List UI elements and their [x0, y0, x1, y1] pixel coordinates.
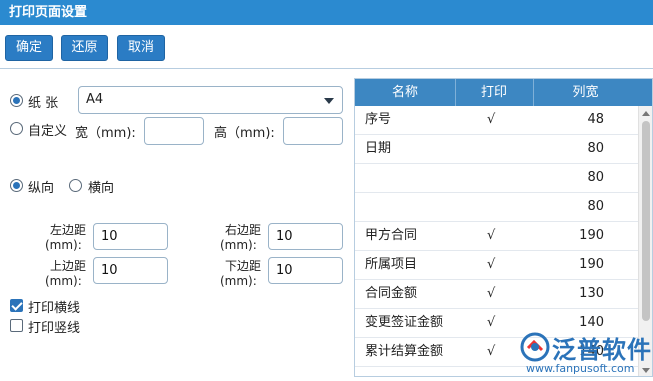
row-width[interactable]: 48 [587, 106, 604, 134]
brand-logo-icon [520, 332, 550, 362]
row-name: 累计结算金额 [365, 344, 444, 359]
print-vlines-checkbox[interactable] [10, 319, 23, 332]
row-name: 合同金额 [365, 286, 418, 301]
table-row[interactable]: 80 [355, 193, 638, 222]
left-margin-unit: (mm): [45, 238, 82, 252]
print-vlines-label: 打印竖线 [28, 321, 81, 336]
width-label: 宽（mm): [75, 126, 136, 141]
chevron-down-icon [324, 98, 334, 104]
row-print-check[interactable]: √ [487, 222, 495, 250]
print-hlines-checkbox[interactable] [10, 299, 23, 312]
row-width[interactable]: 190 [579, 251, 604, 279]
scroll-up-icon[interactable] [642, 111, 650, 116]
right-margin-label: 右边距 [225, 223, 262, 237]
header-name: 名称 [391, 85, 418, 100]
row-print-check[interactable]: √ [487, 280, 495, 308]
custom-radio[interactable] [10, 122, 23, 135]
top-margin-label: 上边距 [50, 259, 87, 273]
row-width[interactable]: 190 [579, 222, 604, 250]
row-name: 所属项目 [365, 257, 418, 272]
paper-label: 纸 张 [28, 96, 59, 111]
table-row[interactable]: 甲方合同 √ 190 [355, 222, 638, 251]
table-header: 名称 打印 列宽 [355, 79, 652, 106]
header-width: 列宽 [572, 85, 599, 100]
top-margin-unit: (mm): [45, 274, 82, 288]
height-input[interactable] [283, 117, 343, 145]
window-title: 打印页面设置 [0, 0, 653, 25]
right-margin-unit: (mm): [220, 238, 257, 252]
table-row[interactable]: 合同金额 √ 130 [355, 280, 638, 309]
paper-size-value: A4 [86, 92, 104, 107]
restore-button[interactable]: 还原 [61, 35, 108, 61]
landscape-radio[interactable] [69, 179, 82, 192]
row-width[interactable]: 80 [587, 135, 604, 163]
brand-name: 泛普软件 [552, 336, 652, 364]
row-width[interactable]: 80 [587, 164, 604, 192]
row-print-check[interactable]: √ [487, 338, 495, 366]
row-name: 序号 [365, 112, 392, 127]
bottom-margin-input[interactable]: 10 [268, 257, 343, 284]
row-print-check[interactable]: √ [487, 106, 495, 134]
paper-size-select[interactable]: A4 [78, 86, 343, 114]
row-name: 日期 [365, 141, 392, 156]
bottom-margin-label: 下边距 [225, 259, 262, 273]
custom-label: 自定义 [28, 124, 68, 139]
right-margin-input[interactable]: 10 [268, 223, 343, 250]
width-input[interactable] [144, 117, 204, 145]
portrait-radio[interactable] [10, 179, 23, 192]
table-row[interactable]: 80 [355, 164, 638, 193]
bottom-margin-unit: (mm): [220, 274, 257, 288]
landscape-label: 横向 [88, 181, 115, 196]
row-print-check[interactable]: √ [487, 251, 495, 279]
cancel-button[interactable]: 取消 [117, 35, 165, 61]
header-print: 打印 [480, 85, 507, 100]
confirm-button[interactable]: 确定 [5, 35, 53, 61]
left-margin-input[interactable]: 10 [93, 223, 168, 250]
table-row[interactable]: 序号 √ 48 [355, 106, 638, 135]
table-row[interactable]: 日期 80 [355, 135, 638, 164]
toolbar: 确定 还原 取消 [0, 25, 653, 69]
left-margin-label: 左边距 [50, 223, 87, 237]
paper-radio[interactable] [10, 94, 23, 107]
top-margin-input[interactable]: 10 [93, 257, 168, 284]
scrollbar-thumb[interactable] [642, 121, 650, 321]
portrait-label: 纵向 [28, 181, 55, 196]
row-name: 变更签证金额 [365, 315, 444, 330]
row-width[interactable]: 80 [587, 193, 604, 221]
brand-url: www.fanpusoft.com [526, 362, 635, 375]
row-print-check[interactable]: √ [487, 309, 495, 337]
brand-watermark: 泛普软件 www.fanpusoft.com [520, 328, 653, 381]
height-label: 高（mm): [214, 126, 275, 141]
table-row[interactable]: 所属项目 √ 190 [355, 251, 638, 280]
print-hlines-label: 打印横线 [28, 301, 81, 316]
row-name: 甲方合同 [365, 228, 418, 243]
row-width[interactable]: 130 [579, 280, 604, 308]
